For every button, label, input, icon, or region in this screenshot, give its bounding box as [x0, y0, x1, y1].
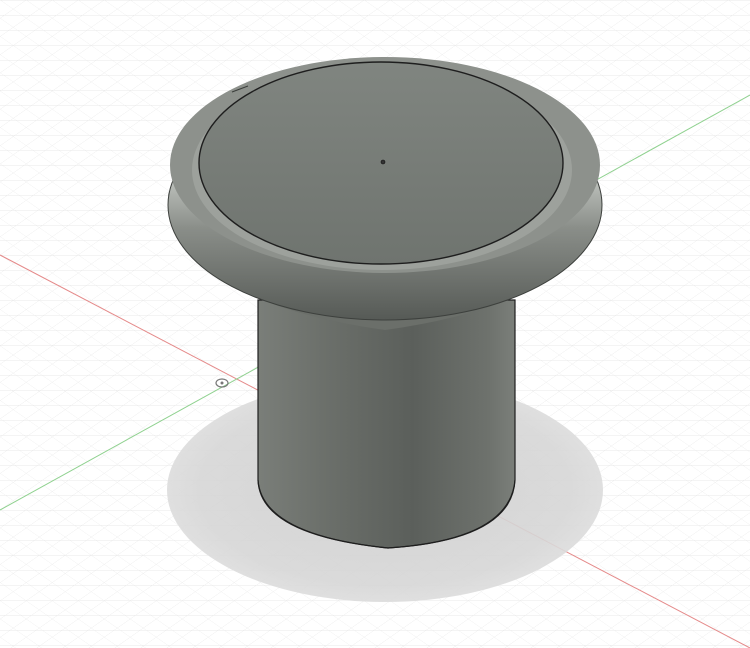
viewport-scene [0, 0, 750, 648]
3d-viewport[interactable] [0, 0, 750, 648]
knob-stem[interactable] [257, 299, 516, 549]
center-point[interactable] [380, 159, 386, 165]
